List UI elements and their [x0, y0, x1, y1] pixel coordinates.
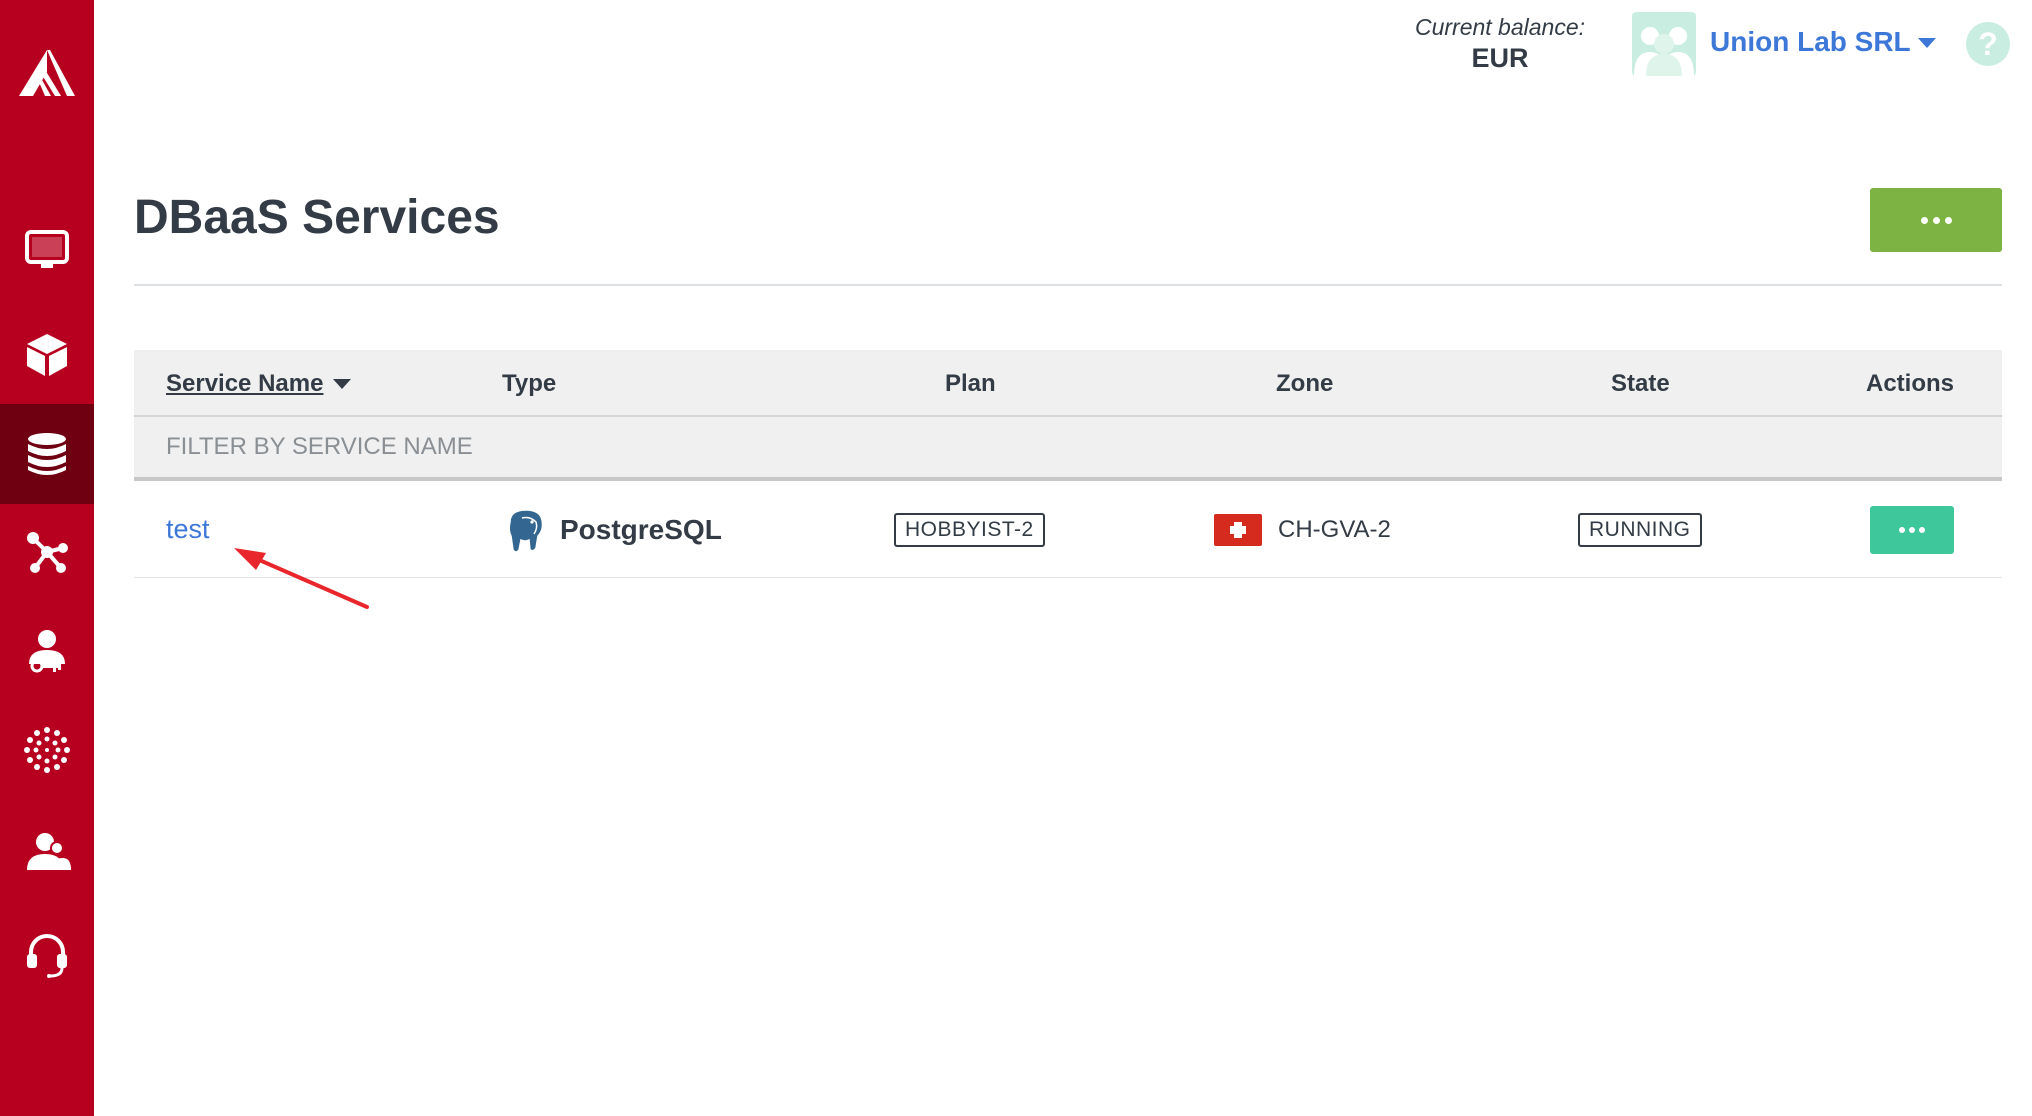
dots-circle-icon [24, 727, 70, 773]
actions-cell [1870, 481, 1954, 578]
sidebar-item-iam[interactable] [0, 600, 94, 700]
help-icon[interactable]: ? [1966, 22, 2010, 66]
column-header-label: Service Name [166, 369, 324, 397]
sidebar [0, 0, 94, 1116]
sidebar-item-network[interactable] [0, 502, 94, 602]
sort-desc-icon [333, 378, 352, 389]
services-table: Service Name Type Plan Zone State Action… [134, 350, 2002, 578]
column-header-actions: Actions [1866, 369, 1955, 397]
database-icon [28, 433, 66, 475]
logo-mark-icon [19, 50, 75, 96]
organization-name[interactable]: Union Lab SRL [1710, 26, 1911, 58]
sidebar-item-dbaas[interactable] [0, 404, 94, 504]
ellipsis-icon [1944, 216, 1952, 224]
row-actions-button[interactable] [1870, 505, 1954, 554]
table-header: Service Name Type Plan Zone State Action… [134, 350, 2002, 417]
network-icon [27, 532, 68, 573]
ellipsis-icon [1920, 216, 1928, 224]
service-link[interactable]: test [166, 514, 210, 545]
ellipsis-icon [1919, 526, 1925, 533]
title-divider [134, 284, 2002, 286]
page-actions-button[interactable] [1870, 188, 2002, 252]
filter-row [134, 417, 2002, 481]
column-header-state: State [1611, 369, 1670, 397]
column-header-plan: Plan [945, 369, 996, 397]
sidebar-item-storage[interactable] [0, 304, 94, 404]
users-icon [27, 833, 71, 870]
balance-value: EUR [1471, 43, 1529, 73]
ellipsis-icon [1932, 216, 1940, 224]
type-label: PostgreSQL [560, 513, 722, 545]
column-header-zone: Zone [1276, 369, 1334, 397]
headset-icon [27, 934, 67, 978]
ellipsis-icon [1909, 526, 1915, 533]
postgresql-elephant-icon [508, 508, 544, 552]
service-name-cell: test [166, 481, 210, 578]
sidebar-item-support[interactable] [0, 904, 94, 1004]
cube-icon [27, 334, 67, 376]
zone-label: CH-GVA-2 [1278, 515, 1391, 543]
organization-avatar[interactable] [1632, 12, 1696, 76]
current-balance: Current balance: EUR [1380, 14, 1620, 74]
page-title: DBaaS Services [134, 191, 500, 244]
column-header-type: Type [502, 369, 557, 397]
sidebar-item-apps[interactable] [0, 700, 94, 800]
status-badge: RUNNING [1578, 512, 1702, 547]
monitor-icon [25, 230, 69, 268]
team-avatar-icon [1634, 27, 1694, 76]
sidebar-item-account[interactable] [0, 802, 94, 902]
table-row: test PostgreSQL HOBBYIST-2 CH-GVA-2 RUNN… [134, 481, 2002, 578]
exoscale-logo[interactable] [15, 48, 79, 100]
switzerland-flag-icon [1214, 513, 1262, 546]
balance-label: Current balance: [1414, 14, 1586, 40]
column-header-service-name[interactable]: Service Name [166, 350, 352, 417]
user-key-icon [29, 630, 65, 673]
type-cell: PostgreSQL [502, 481, 722, 578]
plan-badge: HOBBYIST-2 [894, 512, 1045, 547]
service-name-filter-input[interactable] [166, 417, 766, 477]
plan-cell: HOBBYIST-2 [894, 481, 1045, 578]
ellipsis-icon [1899, 526, 1905, 533]
sidebar-item-compute[interactable] [0, 200, 94, 300]
chevron-down-icon[interactable] [1918, 38, 1936, 48]
state-cell: RUNNING [1578, 481, 1702, 578]
zone-cell: CH-GVA-2 [1214, 481, 1391, 578]
